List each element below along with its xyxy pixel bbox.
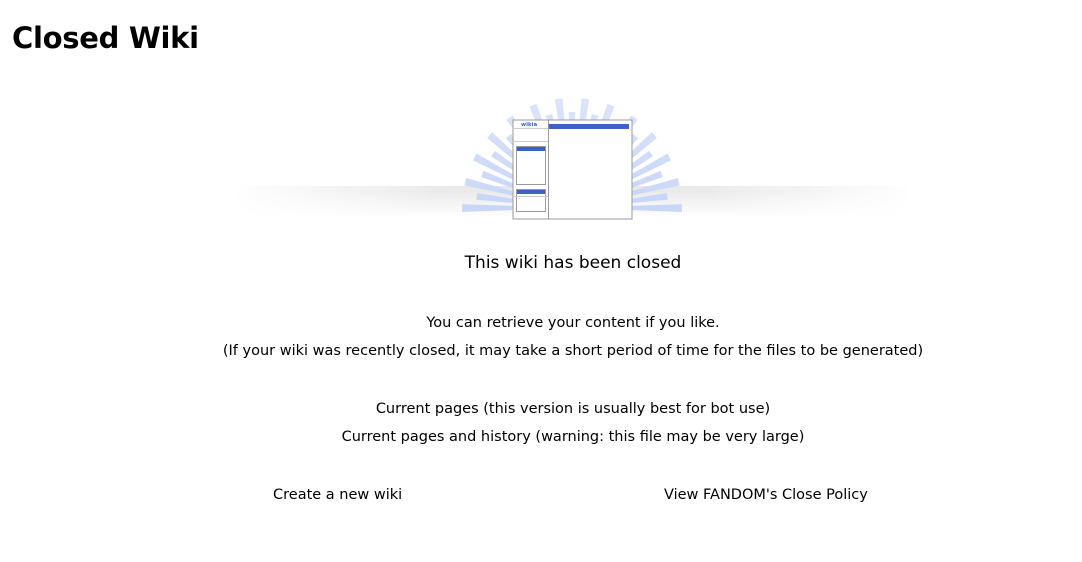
retrieve-text: You can retrieve your content if you lik… [426,315,720,331]
page-title: Closed Wiki [12,21,199,55]
closed-wiki-illustration: wikia [232,90,912,220]
dump-current-link[interactable]: Current pages (this version is usually b… [376,401,770,417]
closed-message: This wiki has been closed [464,253,682,273]
dump-history-link[interactable]: Current pages and history (warning: this… [342,429,805,445]
wiki-logo-icon: wikia [521,122,538,128]
closed-wiki-page: Closed Wiki wikia This wiki has been clo… [0,0,1082,562]
dump-current-row: Current pages (this version is usually b… [0,399,1082,419]
wiki-window-icon: wikia [512,119,633,220]
create-wiki-link[interactable]: Create a new wiki [273,485,402,505]
close-policy-link[interactable]: View FANDOM's Close Policy [664,485,868,505]
dump-history-row: Current pages and history (warning: this… [0,427,1082,447]
retrieve-note: (If your wiki was recently closed, it ma… [222,343,924,359]
